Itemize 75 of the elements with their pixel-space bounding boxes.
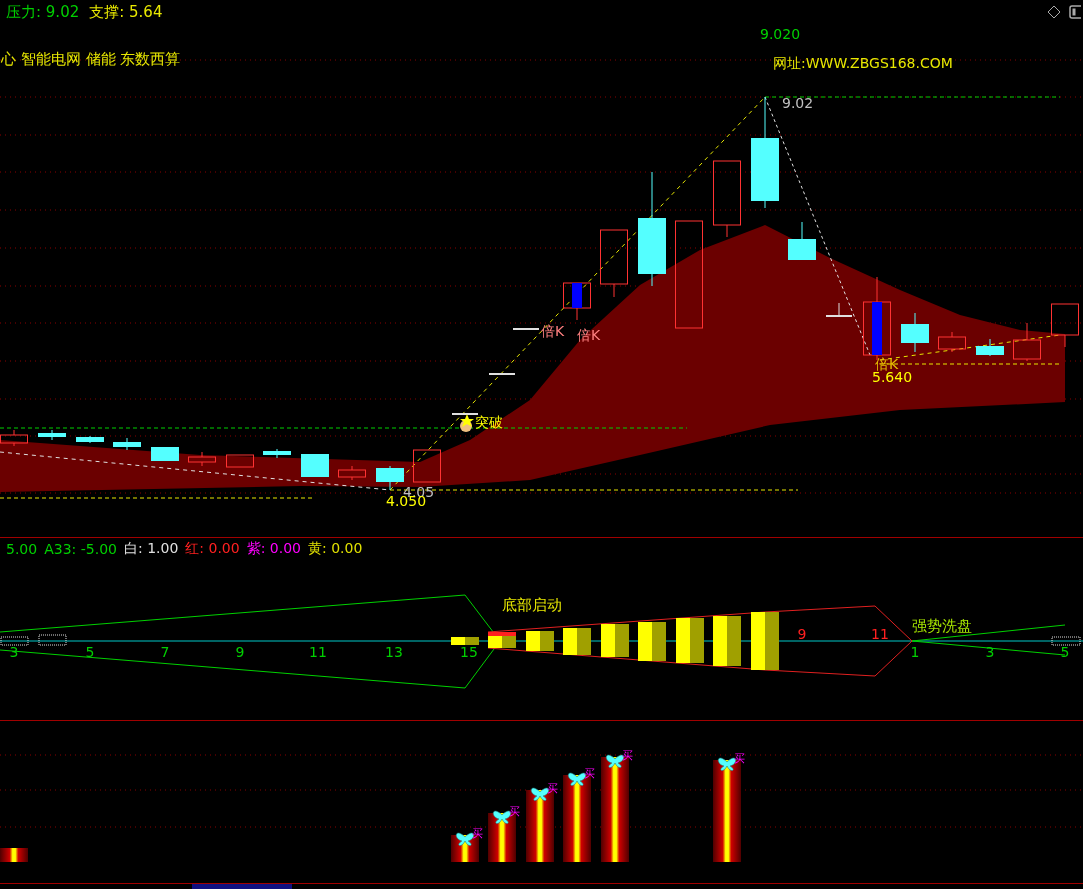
candlestick: [263, 448, 291, 459]
candlestick: [600, 229, 628, 298]
count-label: 13: [385, 644, 403, 660]
oscillator-bar: [488, 632, 516, 648]
indicator-value: 红: 0.00: [185, 540, 240, 558]
count-label: 9: [797, 626, 807, 642]
candlestick: [413, 449, 441, 483]
indicator-value: 5.00: [6, 541, 38, 557]
candlestick: [0, 429, 28, 447]
candlestick: [113, 437, 141, 451]
candlestick: [1051, 303, 1079, 348]
chart-annotation: 倍K: [577, 327, 601, 343]
buy-mark: 买: [472, 827, 483, 840]
candlestick: [451, 413, 479, 415]
buy-mark: 买: [622, 749, 633, 762]
signal-bar: [0, 848, 28, 862]
candlestick: [938, 331, 966, 353]
chart-annotation: 倍K: [541, 323, 565, 339]
oscillator-bar: [526, 631, 554, 651]
candlestick: [301, 453, 329, 478]
peak-label: 9.020: [760, 26, 801, 42]
oscillator-bar: [601, 624, 629, 657]
buy-mark: 买: [509, 805, 520, 818]
signal-label: 底部启动: [502, 596, 562, 614]
signal-label: 强势洗盘: [912, 617, 972, 635]
candlestick: [226, 454, 254, 468]
chart-annotation: 5.640: [872, 369, 913, 385]
candlestick: [338, 465, 366, 481]
diamond-icon[interactable]: [1047, 5, 1061, 19]
panel-toggle-icon[interactable]: [1069, 5, 1081, 19]
sector-tags: 心 智能电网 储能 东数西算: [1, 50, 181, 68]
candlestick: [825, 302, 853, 317]
pressure-value: 压力: 9.02: [6, 2, 80, 22]
oscillator-bar: [713, 616, 741, 666]
oscillator-bar: [451, 637, 479, 645]
oscillator-bar: [638, 622, 666, 661]
candlestick: [976, 338, 1004, 357]
candlestick: [1013, 322, 1041, 362]
indicator-value: 白: 1.00: [123, 540, 179, 558]
indicator-value: 紫: 0.00: [246, 540, 301, 558]
buy-mark: 买: [547, 782, 558, 795]
chart-annotation: 突破: [475, 414, 503, 430]
candlestick: [376, 465, 404, 491]
dotted-marker: [0, 636, 29, 646]
count-label: 5: [1060, 644, 1070, 660]
count-label: 5: [85, 644, 95, 660]
count-label: 11: [871, 626, 889, 642]
candlestick: [76, 435, 104, 444]
candlestick: [151, 446, 179, 462]
count-label: 1: [910, 644, 920, 660]
indicator-value: A33: -5.00: [44, 541, 117, 557]
chart-annotation: 9.02: [782, 95, 814, 111]
count-label: 3: [985, 644, 995, 660]
count-label: 9: [235, 644, 245, 660]
candlestick: [512, 328, 540, 330]
candlestick: [488, 373, 516, 375]
count-label: 15: [460, 644, 478, 660]
dotted-marker: [38, 634, 67, 646]
indicator-value: 黄: 0.00: [308, 540, 363, 558]
support-value: 支撑: 5.64: [89, 2, 163, 22]
oscillator-bar: [563, 628, 591, 655]
website-text: 网址:WWW.ZBGS168.COM: [773, 55, 953, 71]
buy-mark: 买: [734, 752, 745, 765]
candlestick: [563, 282, 591, 321]
oscillator-bar: [676, 618, 704, 663]
buy-mark: 买: [584, 767, 595, 780]
count-label: 7: [160, 644, 170, 660]
candlestick: [901, 312, 929, 353]
candlestick: [38, 429, 66, 441]
oscillator-bar: [751, 612, 779, 670]
hand-star-icon: [460, 414, 474, 432]
candlestick: [188, 451, 216, 467]
dotted-marker: [1051, 636, 1081, 646]
candlestick: [788, 221, 816, 261]
count-label: 11: [309, 644, 327, 660]
